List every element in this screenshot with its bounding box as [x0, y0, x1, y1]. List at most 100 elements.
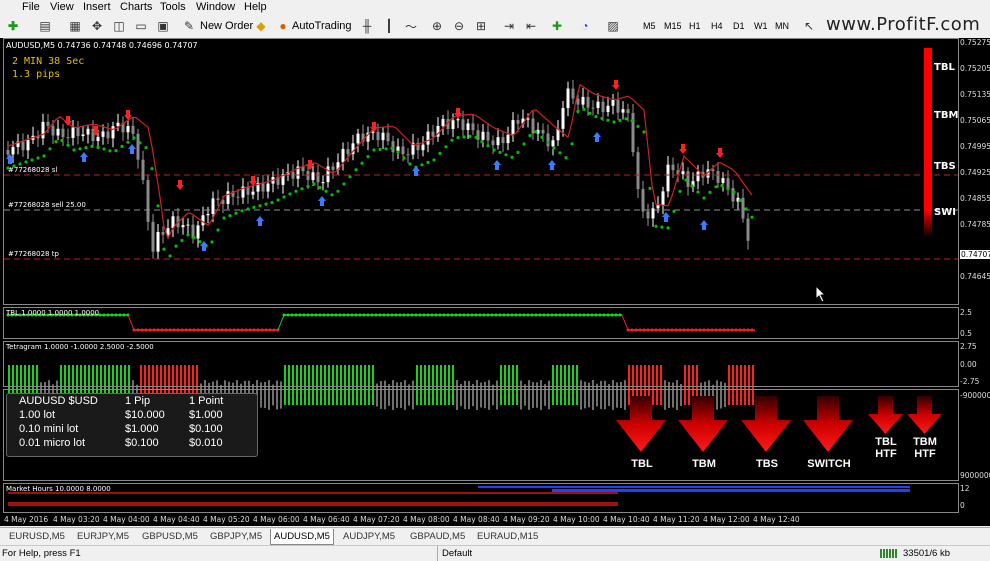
navigator-icon[interactable]: ◫ — [110, 17, 128, 35]
table-cell: $1.000 — [189, 409, 223, 421]
market-watch-icon[interactable]: ▦ — [66, 17, 84, 35]
signal-label-tbl: TBL — [631, 458, 653, 470]
signal-label-tbs: TBS — [756, 458, 778, 470]
market-hours-level: 0 — [960, 501, 965, 510]
time-label: 4 May 12:40 — [753, 515, 800, 524]
line-chart-icon[interactable]: 〜 — [402, 17, 420, 35]
templates-icon[interactable]: ▨ — [604, 17, 622, 35]
time-label: 4 May 09:20 — [503, 515, 550, 524]
time-label: 4 May 12:00 — [703, 515, 750, 524]
tf-mn[interactable]: MN — [775, 17, 789, 35]
table-cell: 0.10 mini lot — [19, 423, 79, 435]
autotrading-button[interactable]: AutoTrading — [292, 17, 352, 35]
menu-view[interactable]: View — [50, 0, 74, 14]
signal-label-tbl-htf: TBL HTF — [875, 436, 897, 460]
time-label: 4 May 05:20 — [203, 515, 250, 524]
terminal-icon[interactable]: ▭ — [132, 17, 150, 35]
tab-eurusd[interactable]: EURUSD,M5 — [6, 529, 68, 544]
zoom-in-icon[interactable]: ⊕ — [428, 17, 446, 35]
indicator1-panel — [3, 307, 959, 339]
tab-gbpaud[interactable]: GBPAUD,M5 — [407, 529, 468, 544]
tp-label: #77268028 tp — [8, 250, 59, 258]
time-label: 4 May 04:00 — [103, 515, 150, 524]
tf-m5[interactable]: M5 — [643, 17, 656, 35]
time-label: 4 May 06:40 — [303, 515, 350, 524]
side-signal-bar — [924, 48, 932, 238]
autoscroll-icon[interactable]: ⇥ — [500, 17, 518, 35]
tab-audusd[interactable]: AUDUSD,M5 — [270, 529, 334, 545]
menu-charts[interactable]: Charts — [120, 0, 152, 14]
table-cell: $0.100 — [125, 437, 159, 449]
tf-d1[interactable]: D1 — [733, 17, 745, 35]
status-traffic: 33501/6 kb — [903, 548, 951, 559]
bar-chart-icon[interactable]: ╫ — [358, 17, 376, 35]
table-header: 1 Pip — [125, 395, 151, 407]
indicator1-level: 0.5 — [960, 329, 972, 338]
tf-h4[interactable]: H4 — [711, 17, 723, 35]
menu-tools[interactable]: Tools — [160, 0, 186, 14]
price-label: 0.74645 — [960, 272, 990, 281]
tf-m15[interactable]: M15 — [664, 17, 682, 35]
price-label: 0.74785 — [960, 220, 990, 229]
time-label: 4 May 03:20 — [53, 515, 100, 524]
pips-label: 1.3 pips — [12, 69, 61, 80]
menu-window[interactable]: Window — [196, 0, 235, 14]
time-label: 4 May 10:40 — [603, 515, 650, 524]
price-label: 0.75275 — [960, 38, 990, 47]
chart-shift-icon[interactable]: ⇤ — [522, 17, 540, 35]
menu-help[interactable]: Help — [244, 0, 267, 14]
data-window-icon[interactable]: ✥ — [88, 17, 106, 35]
indicator1-level: 2.5 — [960, 308, 972, 317]
table-cell: $0.010 — [189, 437, 223, 449]
tab-euraud[interactable]: EURAUD,M15 — [474, 529, 541, 544]
metaeditor-icon[interactable]: ◆ — [252, 17, 270, 35]
table-cell: $0.100 — [189, 423, 223, 435]
new-order-icon[interactable]: ✎ — [180, 17, 198, 35]
tab-eurjpy[interactable]: EURJPY,M5 — [74, 529, 132, 544]
new-order-button[interactable]: New Order — [200, 17, 253, 35]
arrow-down-icon — [803, 396, 853, 452]
tab-gbpjpy[interactable]: GBPJPY,M5 — [207, 529, 265, 544]
market-hours-level: 12 — [960, 484, 970, 493]
menu-insert[interactable]: Insert — [83, 0, 111, 14]
table-cell: 0.01 micro lot — [19, 437, 86, 449]
menu-file[interactable]: File — [22, 0, 40, 14]
candlestick-icon[interactable]: ┃ — [380, 17, 398, 35]
new-chart-icon[interactable]: ✚ — [4, 17, 22, 35]
tf-h1[interactable]: H1 — [689, 17, 701, 35]
time-label: 4 May 04:40 — [153, 515, 200, 524]
arrow-down-icon — [741, 396, 791, 452]
arrow-down-icon — [868, 396, 903, 434]
price-label: 0.74925 — [960, 168, 990, 177]
tab-gbpusd[interactable]: GBPUSD,M5 — [139, 529, 201, 544]
status-bar: For Help, press F1 Default 33501/6 kb — [0, 545, 990, 561]
arrow-down-icon — [616, 396, 666, 452]
signal-panel-level: -9000000 — [960, 391, 990, 400]
profiles-icon[interactable]: ▤ — [36, 17, 54, 35]
indicators-icon[interactable]: ✚ — [548, 17, 566, 35]
menu-bar: File View Insert Charts Tools Window Hel… — [0, 0, 990, 14]
zoom-out-icon[interactable]: ⊖ — [450, 17, 468, 35]
tester-icon[interactable]: ▣ — [154, 17, 172, 35]
table-cell: $1.000 — [125, 423, 159, 435]
status-help: For Help, press F1 — [2, 548, 81, 559]
autotrading-icon[interactable]: ● — [274, 17, 292, 35]
tile-windows-icon[interactable]: ⊞ — [472, 17, 490, 35]
cursor-icon[interactable]: ↖ — [800, 17, 818, 35]
market-hours-label: Market Hours 10.0000 8.0000 — [6, 485, 111, 493]
side-signal-tbl: TBL — [934, 62, 955, 73]
tetragram-level: 2.75 — [960, 342, 977, 351]
arrow-down-icon — [678, 396, 728, 452]
price-label: 0.74855 — [960, 194, 990, 203]
periods-icon[interactable]: ◔ — [576, 17, 594, 35]
time-label: 4 May 06:00 — [253, 515, 300, 524]
time-label: 4 May 10:00 — [553, 515, 600, 524]
side-signal-tbm: TBM — [934, 110, 959, 121]
signal-label-tbm: TBM — [692, 458, 716, 470]
tab-audjpy[interactable]: AUDJPY,M5 — [340, 529, 398, 544]
tf-w1[interactable]: W1 — [754, 17, 768, 35]
pip-value-table: AUDUSD $USD 1 Pip 1 Point 1.00 lot $10.0… — [6, 393, 258, 457]
sl-label: #77268028 sl — [8, 166, 58, 174]
price-label: 0.75205 — [960, 64, 990, 73]
time-label: 4 May 11:20 — [653, 515, 700, 524]
